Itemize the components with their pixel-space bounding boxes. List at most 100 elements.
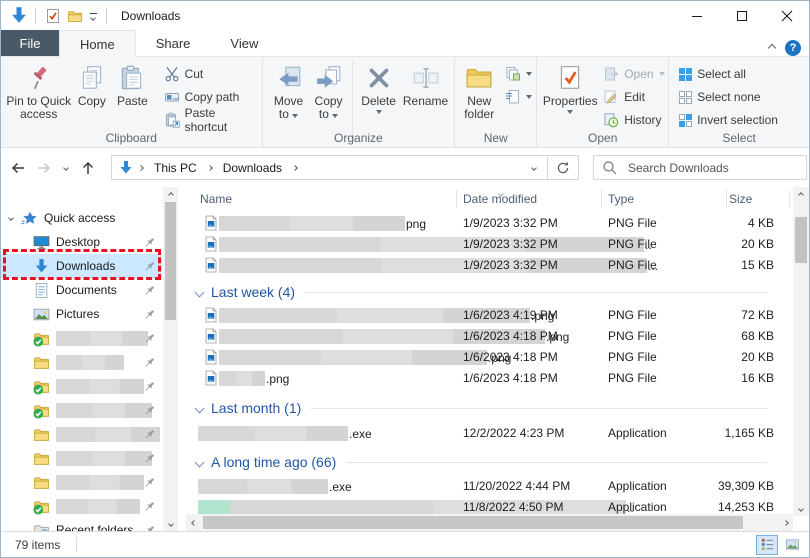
column-divider[interactable] [726,190,727,208]
scrollbar-thumb[interactable] [203,516,743,529]
view-details-button[interactable] [756,535,778,555]
new-item-button[interactable] [501,63,536,85]
sidebar-item-documents[interactable]: Documents [1,278,162,302]
sidebar-item-redacted[interactable] [1,398,162,422]
scroll-down-button[interactable] [163,516,178,531]
horizontal-scrollbar[interactable] [186,514,793,531]
chevron-left-icon [191,520,197,526]
cell-size: 72 KB [741,308,774,322]
column-header-type[interactable]: Type [608,192,634,206]
open-button[interactable]: Open [599,63,668,85]
address-bar[interactable]: This PC Downloads [111,155,579,180]
copy-path-icon [164,89,180,105]
group-header-line [346,462,767,463]
column-divider[interactable] [601,190,602,208]
scrollbar-thumb[interactable] [165,202,176,320]
sidebar-item-redacted[interactable] [1,494,162,518]
qat-customize-button[interactable] [86,5,100,27]
scroll-down-button[interactable] [793,501,809,516]
copy-to-button[interactable]: Copy to [309,61,349,121]
select-all-button[interactable]: Select all [675,63,782,85]
file-row[interactable]: .png 1/6/2023 4:19 PM PNG File 72 KB [186,305,793,326]
group-header-long-ago[interactable]: A long time ago (66) [186,449,793,475]
back-button[interactable] [5,155,31,181]
copy-path-button[interactable]: Copy path [160,86,262,108]
file-row[interactable]: .exe 11/20/2022 4:44 PM Application 39,3… [186,476,793,497]
sidebar-item-redacted[interactable] [1,374,162,398]
vertical-scrollbar[interactable] [793,187,809,516]
qat-new-folder-button[interactable] [64,5,86,27]
file-row[interactable]: .png 1/6/2023 4:18 PM PNG File 16 KB [186,368,793,389]
forward-button[interactable] [31,155,57,181]
refresh-button[interactable] [548,156,578,179]
sidebar-scrollbar[interactable] [163,187,178,531]
column-header-name[interactable]: Name [200,192,232,206]
copy-button[interactable]: Copy [73,61,112,108]
tab-home[interactable]: Home [59,30,136,57]
qat-properties-button[interactable] [42,5,64,27]
sidebar-item-redacted[interactable] [1,350,162,374]
recent-locations-button[interactable] [57,155,75,181]
sidebar-item-redacted[interactable] [1,326,162,350]
new-folder-button[interactable]: New folder [459,61,499,121]
view-thumbnails-button[interactable] [781,535,803,555]
breadcrumb-this-pc[interactable]: This PC [148,156,203,179]
sidebar-item-recent-folders[interactable]: Recent folders [1,518,162,531]
delete-button[interactable]: Delete [356,61,402,114]
file-row[interactable]: png 1/9/2023 3:32 PM PNG File 4 KB [186,213,793,234]
properties-button[interactable]: Properties [543,61,597,114]
column-header-size[interactable]: Size [729,192,752,206]
address-dropdown-button[interactable] [521,156,547,179]
file-row[interactable]: ... 1/9/2023 3:32 PM PNG File 15 KB [186,255,793,276]
minimize-button[interactable] [674,1,719,31]
move-to-icon [275,64,303,92]
sidebar-item-pictures[interactable]: Pictures [1,302,162,326]
file-row[interactable]: .png 1/6/2023 4:18 PM PNG File 20 KB [186,347,793,368]
scroll-left-button[interactable] [186,515,201,530]
cell-size: 1,165 KB [725,426,774,440]
sidebar-item-redacted[interactable] [1,422,162,446]
tab-view[interactable]: View [210,30,278,56]
move-to-button[interactable]: Move to [269,61,309,121]
sidebar-item-redacted[interactable] [1,470,162,494]
documents-icon [33,282,50,299]
scroll-right-button[interactable] [778,515,793,530]
sidebar-item-desktop[interactable]: Desktop [1,230,162,254]
file-row[interactable]: .. 1/9/2023 3:32 PM PNG File 20 KB [186,234,793,255]
maximize-button[interactable] [719,1,764,31]
file-row[interactable]: .png 1/6/2023 4:18 PM PNG File 68 KB [186,326,793,347]
maximize-icon [737,11,747,21]
breadcrumb-downloads[interactable]: Downloads [217,156,288,179]
scroll-up-button[interactable] [163,187,178,202]
cut-button[interactable]: Cut [160,63,262,85]
paste-shortcut-button[interactable]: Paste shortcut [160,109,262,131]
group-header-last-week[interactable]: Last week (4) [186,279,793,305]
breadcrumb-separator [205,156,215,179]
sidebar-item-redacted[interactable] [1,446,162,470]
sidebar-item-downloads[interactable]: Downloads [1,254,162,278]
close-button[interactable] [764,1,809,31]
up-button[interactable] [75,155,101,181]
collapse-ribbon-button[interactable] [768,44,776,52]
history-button[interactable]: History [599,109,668,131]
sidebar-item-quick-access[interactable]: Quick access [1,206,162,230]
column-divider[interactable] [789,190,790,208]
scroll-up-button[interactable] [793,187,809,202]
tab-share[interactable]: Share [136,30,211,56]
column-divider[interactable] [456,190,457,208]
file-row[interactable]: .exe 12/2/2022 4:23 PM Application 1,165… [186,423,793,444]
paste-button[interactable]: Paste [111,61,153,108]
help-button[interactable]: ? [785,40,801,56]
group-header-last-month[interactable]: Last month (1) [186,395,793,421]
pin-to-quick-access-button[interactable]: Pin to Quick access [5,61,73,121]
easy-access-button[interactable] [501,86,536,108]
search-box[interactable] [593,155,807,180]
search-input[interactable] [626,160,798,176]
invert-selection-button[interactable]: Invert selection [675,109,782,131]
tab-file[interactable]: File [1,30,59,56]
redacted-filename [219,371,265,386]
scrollbar-thumb[interactable] [795,217,807,263]
edit-button[interactable]: Edit [599,86,668,108]
select-none-button[interactable]: Select none [675,86,782,108]
rename-button[interactable]: Rename [402,61,450,108]
